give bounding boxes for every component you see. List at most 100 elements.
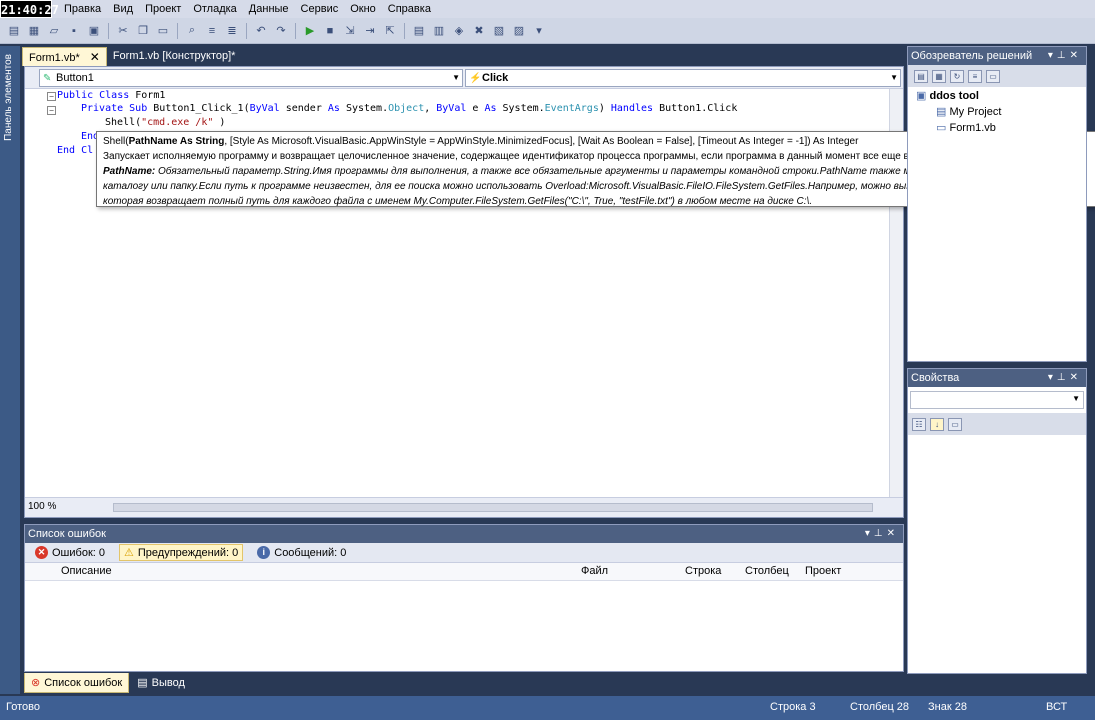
- step-into-icon[interactable]: ⇲: [342, 23, 358, 39]
- menu-window[interactable]: Окно: [344, 0, 382, 18]
- open-file-icon[interactable]: ▱: [46, 23, 62, 39]
- extensions-icon[interactable]: ▨: [511, 23, 527, 39]
- error-icon: ✕: [35, 546, 48, 559]
- show-all-files-icon[interactable]: ▦: [932, 69, 946, 83]
- event-icon: ⚡: [469, 73, 482, 84]
- panel-title: Свойства ▾⊥✕: [908, 369, 1086, 387]
- save-all-icon[interactable]: ▣: [86, 23, 102, 39]
- bottom-tabs: ⊗ Список ошибок ▤ Вывод: [24, 672, 904, 694]
- refresh-icon[interactable]: ↻: [950, 69, 964, 83]
- editor-navigation-bar: ✎ Button1 ▼ ⚡ Click ▼: [25, 67, 903, 89]
- cut-icon[interactable]: ✂: [115, 23, 131, 39]
- menu-view[interactable]: Вид: [107, 0, 139, 18]
- status-column: Столбец 28: [850, 701, 910, 713]
- col-file[interactable]: Файл: [581, 565, 608, 577]
- error-list-icon: ⊗: [31, 676, 41, 689]
- collapse-icon[interactable]: −: [47, 106, 56, 115]
- view-code-icon[interactable]: ≡: [968, 69, 982, 83]
- toolbar-separator: [404, 22, 405, 39]
- step-out-icon[interactable]: ⇱: [382, 23, 398, 39]
- add-item-icon[interactable]: ▦: [26, 23, 42, 39]
- start-page-icon[interactable]: ▧: [491, 23, 507, 39]
- toolbar-separator: [108, 22, 109, 39]
- categorized-icon[interactable]: ☷: [912, 417, 926, 431]
- status-mode: ВСТ: [1046, 701, 1068, 713]
- start-debug-icon[interactable]: ▶: [302, 23, 318, 39]
- project-icon: ▣: [916, 90, 927, 102]
- panel-title: Список ошибок ▾⊥✕: [25, 525, 903, 543]
- standard-toolbar: ▤ ▦ ▱ ▪ ▣ ✂ ❐ ▭ ⌕ ≡ ≣ ↶ ↷ ▶ ■ ⇲ ⇥ ⇱ ▤ ▥ …: [0, 18, 1095, 44]
- code-line: Shell("cmd.exe /k" ): [105, 117, 226, 128]
- editor-bottom-bar: 100 %: [25, 497, 903, 517]
- redo-icon[interactable]: ↷: [273, 23, 289, 39]
- stop-icon[interactable]: ■: [322, 23, 338, 39]
- find-icon[interactable]: ⌕: [184, 23, 200, 39]
- messages-filter[interactable]: i Сообщений: 0: [253, 545, 350, 560]
- code-line: Public Class Form1: [57, 90, 166, 101]
- toolbox-strip[interactable]: Панель элементов: [0, 46, 20, 694]
- comment-icon[interactable]: ≡: [204, 23, 220, 39]
- close-icon[interactable]: ✕: [90, 50, 100, 64]
- menu-help[interactable]: Справка: [382, 0, 437, 18]
- warning-icon: ⚠: [124, 547, 134, 559]
- horizontal-scrollbar[interactable]: [113, 503, 873, 512]
- pin-close-icon[interactable]: ▾⊥✕: [865, 525, 899, 543]
- tab-form1-designer[interactable]: Form1.vb [Конструктор]*: [107, 47, 242, 66]
- collapse-icon[interactable]: −: [47, 92, 56, 101]
- menu-data[interactable]: Данные: [243, 0, 295, 18]
- properties-panel: Свойства ▾⊥✕ ▼ ☷ ↓ ▭: [907, 368, 1087, 674]
- tab-error-list[interactable]: ⊗ Список ошибок: [24, 673, 130, 693]
- event-combo-value: Click: [482, 72, 509, 84]
- save-icon[interactable]: ▪: [66, 23, 82, 39]
- toolbar-separator: [246, 22, 247, 39]
- tab-label: Form1.vb [Конструктор]*: [112, 50, 236, 62]
- new-project-icon[interactable]: ▤: [6, 23, 22, 39]
- property-pages-icon[interactable]: ▭: [948, 417, 962, 431]
- uncomment-icon[interactable]: ≣: [224, 23, 240, 39]
- object-selector[interactable]: ▼: [910, 391, 1084, 409]
- alphabetical-icon[interactable]: ↓: [930, 417, 944, 431]
- object-browser-icon[interactable]: ◈: [451, 23, 467, 39]
- properties-icon[interactable]: ▥: [431, 23, 447, 39]
- view-designer-icon[interactable]: ▭: [986, 69, 1000, 83]
- paste-icon[interactable]: ▭: [155, 23, 171, 39]
- solution-explorer-icon[interactable]: ▤: [411, 23, 427, 39]
- tab-output[interactable]: ▤ Вывод: [131, 673, 191, 693]
- warnings-filter[interactable]: ⚠ Предупреждений: 0: [119, 544, 244, 561]
- undo-icon[interactable]: ↶: [253, 23, 269, 39]
- zoom-level[interactable]: 100 %: [28, 501, 56, 512]
- object-combo-value: Button1: [56, 72, 94, 84]
- errors-filter[interactable]: ✕ Ошибок: 0: [31, 545, 109, 560]
- toolbox-label: Панель элементов: [3, 54, 14, 141]
- error-filter-bar: ✕ Ошибок: 0 ⚠ Предупреждений: 0 i Сообщений…: [25, 543, 903, 563]
- status-char: Знак 28: [928, 701, 967, 713]
- toolbar-separator: [295, 22, 296, 39]
- col-description[interactable]: Описание: [61, 565, 112, 577]
- code-line: End Cl: [57, 145, 94, 156]
- pin-close-icon[interactable]: ▾⊥✕: [1048, 369, 1082, 387]
- object-combo[interactable]: ✎ Button1 ▼: [39, 69, 463, 87]
- toolbox-icon[interactable]: ✖: [471, 23, 487, 39]
- menu-project[interactable]: Проект: [139, 0, 187, 18]
- clock-overlay: 21:40:27: [0, 0, 59, 18]
- col-project[interactable]: Проект: [805, 565, 841, 577]
- col-line[interactable]: Строка: [685, 565, 721, 577]
- menu-debug[interactable]: Отладка: [187, 0, 242, 18]
- tree-item-form1[interactable]: ▭ Form1.vb: [936, 121, 996, 136]
- output-icon: ▤: [137, 677, 148, 689]
- tree-root[interactable]: ▣ ddos tool: [916, 89, 979, 104]
- copy-icon[interactable]: ❐: [135, 23, 151, 39]
- properties-icon[interactable]: ▤: [914, 69, 928, 83]
- tree-item-my-project[interactable]: ▤ My Project: [936, 105, 1001, 120]
- pin-close-icon[interactable]: ▾⊥✕: [1048, 47, 1082, 65]
- panel-title: Обозреватель решений ▾⊥✕: [908, 47, 1086, 65]
- tab-label: Form1.vb*: [29, 52, 80, 64]
- menu-tools[interactable]: Сервис: [295, 0, 345, 18]
- event-combo[interactable]: ⚡ Click ▼: [465, 69, 901, 87]
- step-over-icon[interactable]: ⇥: [362, 23, 378, 39]
- status-bar: Готово Строка 3 Столбец 28 Знак 28 ВСТ: [0, 696, 1095, 720]
- tab-form1-code[interactable]: Form1.vb* ✕: [22, 47, 107, 66]
- menu-edit[interactable]: Правка: [58, 0, 107, 18]
- col-column[interactable]: Столбец: [745, 565, 789, 577]
- toolbar-overflow-icon[interactable]: ▾: [531, 23, 547, 39]
